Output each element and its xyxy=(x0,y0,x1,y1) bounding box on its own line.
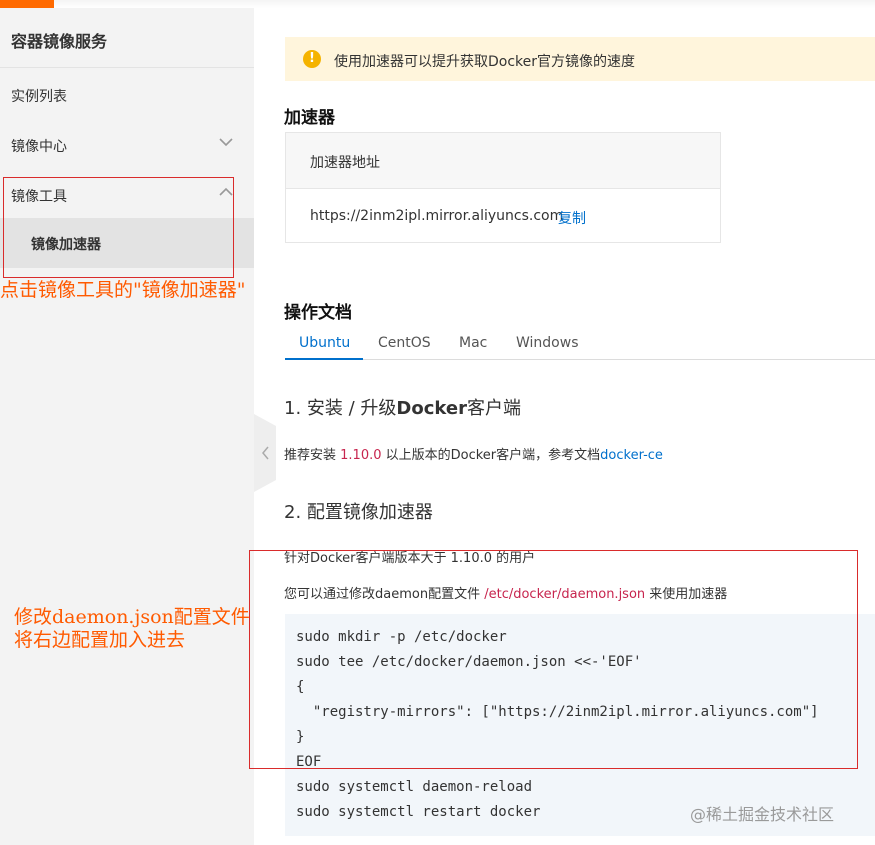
annotation-box-sidebar xyxy=(3,177,234,278)
annotation-box-code xyxy=(249,550,858,769)
sidebar: 容器镜像服务 实例列表 镜像中心 镜像工具 镜像加速器 xyxy=(0,8,254,845)
accelerator-table: 加速器地址 https://2inm2ipl.mirror.aliyuncs.c… xyxy=(285,132,721,243)
step1-text: 推荐安装 1.10.0 以上版本的Docker客户端，参考文档docker-ce xyxy=(284,448,663,463)
top-navbar xyxy=(54,0,875,8)
code-line: sudo systemctl restart docker xyxy=(296,804,541,820)
notice-text: 使用加速器可以提升获取Docker官方镜像的速度 xyxy=(334,54,636,70)
sidebar-item-label: 实例列表 xyxy=(11,89,67,105)
table-header: 加速器地址 xyxy=(286,133,720,189)
code-line: sudo systemctl daemon-reload xyxy=(296,779,533,795)
sidebar-divider xyxy=(0,67,254,68)
docker-ce-link[interactable]: docker-ce xyxy=(600,448,663,463)
column-header: 加速器地址 xyxy=(310,155,380,171)
exclamation-icon: ! xyxy=(303,50,321,68)
copy-link[interactable]: 复制 xyxy=(558,208,586,228)
annotation-edit-hint-line2: 将右边配置加入进去 xyxy=(14,629,186,651)
os-tabs: Ubuntu CentOS Mac Windows xyxy=(285,330,875,360)
sidebar-collapse-button[interactable] xyxy=(254,414,276,492)
step1-heading: 1. 安装 / 升级Docker客户端 xyxy=(284,398,521,419)
sidebar-item-instance-list[interactable]: 实例列表 xyxy=(0,70,254,120)
sidebar-title: 容器镜像服务 xyxy=(11,32,108,51)
tab-windows[interactable]: Windows xyxy=(516,335,579,351)
accelerator-url: https://2inm2ipl.mirror.aliyuncs.com xyxy=(310,208,564,224)
brand-bar xyxy=(0,0,54,8)
tab-ubuntu[interactable]: Ubuntu xyxy=(299,335,350,351)
annotation-click-hint: 点击镜像工具的"镜像加速器" xyxy=(0,279,246,301)
sidebar-item-label: 镜像中心 xyxy=(11,139,67,155)
watermark: @稀土掘金技术社区 xyxy=(690,805,835,824)
notice-banner: ! 使用加速器可以提升获取Docker官方镜像的速度 xyxy=(285,37,875,81)
docs-title: 操作文档 xyxy=(284,303,352,323)
chevron-down-icon xyxy=(219,138,233,147)
tab-mac[interactable]: Mac xyxy=(459,335,487,351)
tab-centos[interactable]: CentOS xyxy=(378,335,431,351)
accelerator-title: 加速器 xyxy=(284,108,335,128)
step2-heading: 2. 配置镜像加速器 xyxy=(284,502,433,523)
sidebar-item-image-center[interactable]: 镜像中心 xyxy=(0,120,254,170)
active-tab-indicator xyxy=(285,358,363,360)
annotation-edit-hint-line1: 修改daemon.json配置文件 xyxy=(14,606,250,628)
